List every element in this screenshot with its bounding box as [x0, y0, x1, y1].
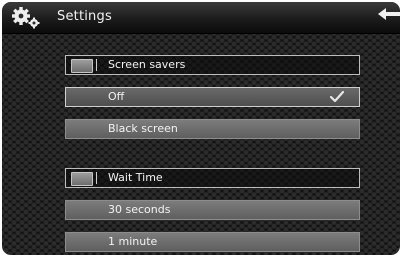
screen-icon — [71, 59, 93, 73]
gear-icon — [12, 7, 40, 29]
option-label: 30 seconds — [108, 203, 171, 216]
option-1-minute[interactable]: 1 minute — [65, 232, 360, 252]
title-bar: Settings — [2, 2, 400, 34]
screen-savers-header: Screen savers — [65, 55, 360, 75]
checkmark-icon — [329, 90, 345, 103]
option-30-seconds[interactable]: 30 seconds — [65, 200, 360, 220]
screen-icon — [71, 172, 93, 186]
option-label: Black screen — [108, 122, 178, 135]
option-label: 1 minute — [108, 235, 158, 248]
option-off[interactable]: Off — [65, 87, 360, 107]
option-label: Off — [108, 90, 125, 103]
option-black-screen[interactable]: Black screen — [65, 119, 360, 139]
screen-savers-label: Screen savers — [108, 58, 186, 71]
settings-screen: Settings Screen savers Off Black screen … — [2, 2, 400, 255]
wait-time-header: Wait Time — [65, 168, 360, 188]
wait-time-label: Wait Time — [108, 171, 163, 184]
divider — [96, 172, 97, 184]
page-title: Settings — [57, 9, 112, 24]
back-arrow-icon[interactable] — [372, 4, 400, 26]
divider — [96, 59, 97, 71]
